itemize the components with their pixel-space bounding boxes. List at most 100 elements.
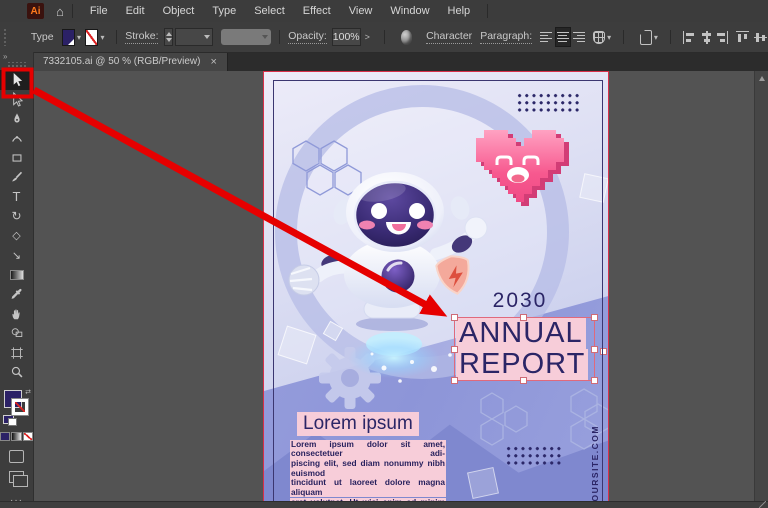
poster-heading-text[interactable]: Lorem ipsum	[297, 412, 419, 436]
eraser-tool[interactable]: ◇	[0, 226, 33, 246]
character-panel-link[interactable]: Character	[426, 30, 472, 44]
envelope-distort-icon[interactable]	[593, 31, 605, 44]
document-tab-title: 7332105.ai @ 50 % (RGB/Preview)	[43, 56, 200, 67]
toolbar-stroke-swatch[interactable]	[12, 399, 28, 415]
paintbrush-tool[interactable]	[0, 168, 33, 188]
align-center-button[interactable]	[555, 27, 571, 47]
poster-artboard[interactable]: 2030 ANNUAL REPORT Lorem ipsum Lorem ips…	[264, 72, 608, 502]
toolbar-grip-icon[interactable]	[7, 62, 26, 70]
stroke-color-swatch[interactable]	[85, 29, 98, 46]
artboard-tool[interactable]	[0, 343, 33, 363]
menu-item-select[interactable]: Select	[245, 5, 294, 17]
selection-handle[interactable]	[591, 314, 598, 321]
menu-item-window[interactable]: Window	[381, 5, 438, 17]
chevron-down-icon[interactable]: ▾	[607, 33, 611, 42]
align-left-button[interactable]	[539, 28, 553, 46]
gradient-tool[interactable]	[0, 265, 33, 285]
poster-body-text[interactable]: Lorem ipsum dolor sit amet, consectetuer…	[290, 440, 446, 502]
selection-context-label: Type	[31, 31, 54, 43]
panel-grip-icon[interactable]	[3, 28, 7, 46]
menu-item-help[interactable]: Help	[439, 5, 480, 17]
scroll-up-icon[interactable]	[759, 76, 765, 81]
document-setup-icon[interactable]	[640, 30, 652, 45]
selection-handle[interactable]	[451, 377, 458, 384]
poster-year-text[interactable]: 2030	[460, 289, 580, 313]
selection-handle[interactable]	[520, 314, 527, 321]
fill-stroke-swatches[interactable]: ⇄	[0, 388, 33, 422]
body-line: Lorem ipsum dolor sit amet, consectetuer…	[290, 440, 446, 459]
paragraph-panel-link[interactable]: Paragraph:	[480, 30, 532, 44]
none-button[interactable]	[23, 432, 33, 441]
direct-selection-tool[interactable]	[0, 90, 33, 110]
opacity-link[interactable]: Opacity:	[288, 30, 327, 44]
recolor-artwork-icon[interactable]	[401, 30, 412, 45]
color-button[interactable]	[0, 432, 10, 441]
align-objects-left-icon[interactable]	[683, 31, 693, 44]
menu-item-type[interactable]: Type	[203, 5, 245, 17]
resize-grip-icon[interactable]	[759, 501, 766, 508]
tab-close-icon[interactable]: ×	[210, 56, 216, 68]
document-tab-bar: 7332105.ai @ 50 % (RGB/Preview) ×	[33, 52, 768, 71]
zoom-tool[interactable]	[0, 363, 33, 383]
rectangle-tool[interactable]	[0, 148, 33, 168]
align-objects-center-icon[interactable]	[700, 31, 710, 44]
document-tab[interactable]: 7332105.ai @ 50 % (RGB/Preview) ×	[33, 52, 228, 71]
hexagon-cluster-bottom-middle	[481, 393, 527, 445]
canvas-pasteboard[interactable]: 2030 ANNUAL REPORT Lorem ipsum Lorem ips…	[33, 71, 755, 502]
illustrator-app-icon[interactable]: Ai	[27, 3, 44, 19]
poster-title-text-object[interactable]: ANNUAL REPORT	[456, 318, 593, 380]
default-fill-stroke-icon[interactable]	[3, 415, 14, 424]
align-objects-top-icon[interactable]	[736, 31, 746, 44]
align-right-button[interactable]	[573, 28, 587, 46]
window-bottom-edge	[0, 501, 768, 508]
swap-fill-stroke-icon[interactable]: ⇄	[25, 388, 31, 396]
selection-handle[interactable]	[591, 377, 598, 384]
chevron-down-icon[interactable]: ▾	[654, 33, 658, 42]
rotate-tool[interactable]: ↻	[0, 207, 33, 227]
opacity-expand-button[interactable]: >	[365, 32, 370, 42]
selection-handle[interactable]	[591, 346, 598, 353]
type-tool[interactable]: T	[0, 187, 33, 207]
title-line-2[interactable]: REPORT	[456, 349, 588, 380]
title-line-1[interactable]: ANNUAL	[456, 318, 586, 349]
home-icon[interactable]: ⌂	[56, 5, 64, 18]
divider	[72, 4, 73, 18]
align-objects-right-icon[interactable]	[718, 31, 728, 44]
selection-handle[interactable]	[451, 346, 458, 353]
vertical-scrollbar[interactable]	[754, 71, 768, 502]
stroke-weight-dropdown[interactable]	[175, 28, 213, 46]
menu-item-file[interactable]: File	[81, 5, 117, 17]
menu-item-view[interactable]: View	[340, 5, 382, 17]
selection-cursor-icon	[9, 72, 24, 87]
body-line: tincidunt ut laoreet dolore magna aliqua…	[290, 478, 446, 497]
stroke-weight-stepper[interactable]	[164, 28, 173, 46]
selection-handle[interactable]	[520, 377, 527, 384]
poster-website-text[interactable]: YOURSITE.COM	[590, 425, 600, 502]
chevron-down-icon[interactable]: ▾	[100, 33, 104, 42]
fill-color-swatch[interactable]	[62, 29, 75, 46]
opacity-value-field[interactable]: 100%	[332, 28, 361, 46]
selection-handle[interactable]	[600, 348, 607, 355]
shape-builder-tool[interactable]	[0, 324, 33, 344]
align-objects-middle-icon[interactable]	[754, 31, 764, 44]
pen-tool[interactable]	[0, 109, 33, 129]
menu-item-object[interactable]: Object	[154, 5, 204, 17]
menu-item-effect[interactable]: Effect	[294, 5, 340, 17]
brush-definition-dropdown[interactable]	[221, 29, 271, 45]
screen-mode-button[interactable]	[9, 471, 24, 483]
draw-mode-button[interactable]	[9, 450, 24, 463]
selection-tool[interactable]	[0, 70, 33, 90]
selection-handle[interactable]	[451, 314, 458, 321]
gradient-chip-icon	[10, 270, 24, 280]
hand-tool[interactable]	[0, 304, 33, 324]
eyedropper-tool[interactable]	[0, 285, 33, 305]
divider	[623, 30, 624, 44]
scale-tool[interactable]: ↘	[0, 246, 33, 266]
menu-item-edit[interactable]: Edit	[117, 5, 154, 17]
gradient-button[interactable]	[11, 432, 21, 441]
chevron-down-icon[interactable]: ▾	[77, 33, 81, 42]
toolbar-collapse-icon[interactable]: »	[0, 52, 33, 62]
stroke-panel-link[interactable]: Stroke:	[125, 30, 158, 44]
dot-grid-top-right	[516, 92, 579, 113]
curvature-tool[interactable]	[0, 129, 33, 149]
